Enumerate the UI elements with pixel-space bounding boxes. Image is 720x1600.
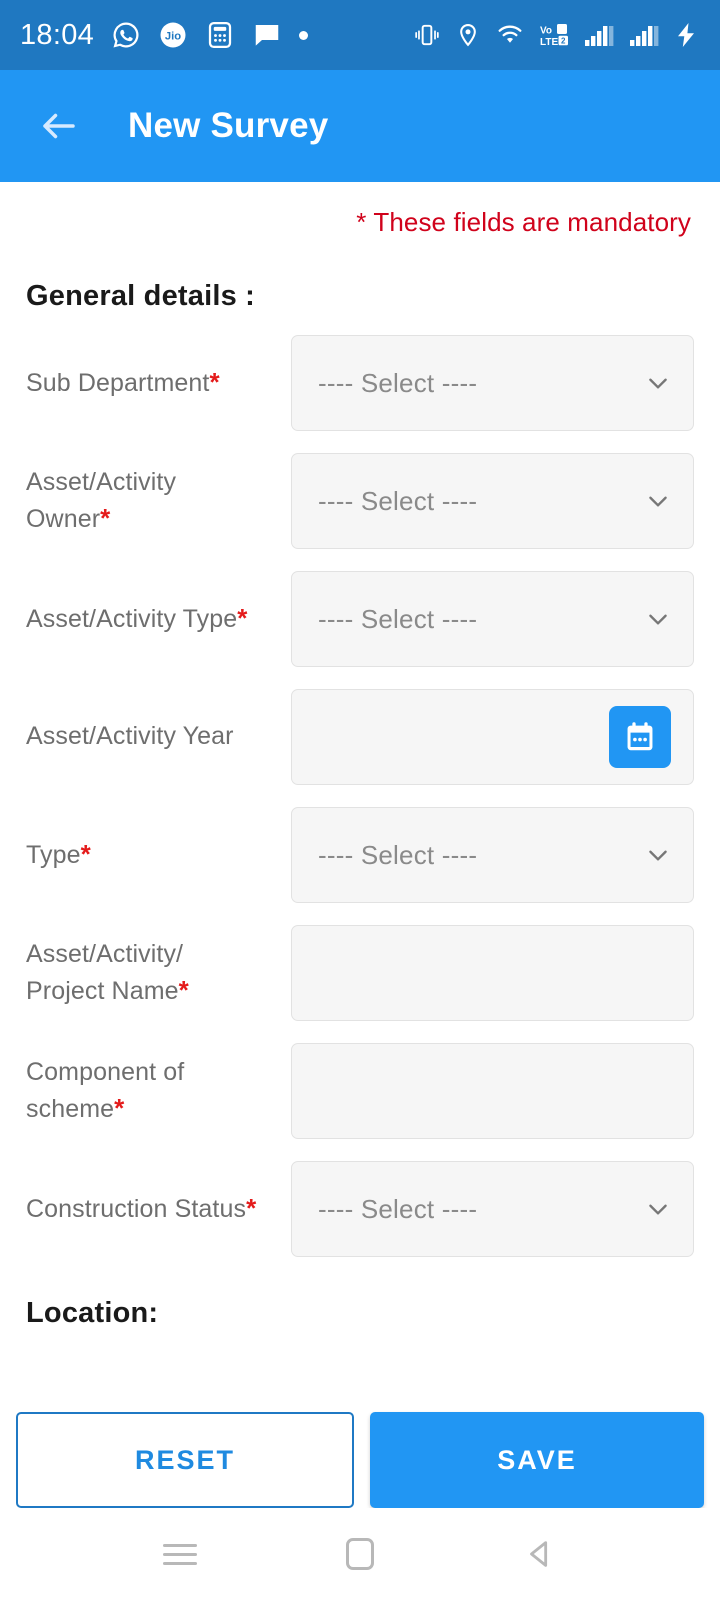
status-bar-left: 18:04 Jio xyxy=(20,18,309,52)
volte-icon: Vo LTE 2 xyxy=(540,24,568,48)
dot-icon xyxy=(299,30,309,40)
select-asset-type[interactable]: ---- Select ---- xyxy=(291,571,694,667)
location-heading: Location: xyxy=(26,1297,159,1329)
select-value: ---- Select ---- xyxy=(318,485,478,516)
select-sub-department[interactable]: ---- Select ---- xyxy=(291,335,694,431)
label-text-line2: Project Name xyxy=(26,977,179,1005)
label-text: Sub Department xyxy=(26,369,210,398)
vibrate-icon xyxy=(415,24,439,46)
label-type: Type* xyxy=(26,836,291,874)
reset-button[interactable]: RESET xyxy=(16,1412,354,1508)
field-row-asset-year: Asset/Activity Year xyxy=(26,689,694,785)
recents-icon xyxy=(163,1538,197,1571)
svg-text:Vo: Vo xyxy=(540,26,552,37)
calendar-icon xyxy=(627,722,653,751)
page-title: New Survey xyxy=(128,106,329,145)
field-row-sub-department: Sub Department* ---- Select ---- xyxy=(26,335,694,431)
input-project-name[interactable] xyxy=(291,925,694,1021)
home-button[interactable] xyxy=(330,1524,390,1584)
select-asset-owner[interactable]: ---- Select ---- xyxy=(291,453,694,549)
jio-icon: Jio xyxy=(160,22,186,48)
app-bar: New Survey xyxy=(0,70,720,182)
field-row-asset-type: Asset/Activity Type* ---- Select ---- xyxy=(26,571,694,667)
location-icon xyxy=(460,24,476,47)
signal-sim2-icon xyxy=(630,26,659,46)
field-row-project-name: Asset/Activity/ Project Name* xyxy=(26,925,694,1021)
required-asterisk: * xyxy=(80,839,91,870)
label-text: Type xyxy=(26,841,81,870)
label-asset-owner: Asset/Activity Owner* xyxy=(26,465,291,538)
select-type[interactable]: ---- Select ---- xyxy=(291,807,694,903)
wifi-icon xyxy=(498,25,522,43)
back-icon xyxy=(530,1541,548,1567)
general-details-heading: General details : xyxy=(26,280,256,312)
label-project-name: Asset/Activity/ Project Name* xyxy=(26,937,291,1010)
status-bar: 18:04 Jio Vo LTE 2 xyxy=(0,0,720,70)
field-row-construction-status: Construction Status* ---- Select ---- xyxy=(26,1161,694,1257)
required-asterisk: * xyxy=(100,503,111,533)
status-time: 18:04 xyxy=(20,18,95,51)
required-asterisk: * xyxy=(178,975,189,1005)
phone-screen: 18:04 Jio Vo LTE 2 New Survey * These fi… xyxy=(0,0,720,1600)
form-content: * These fields are mandatory General det… xyxy=(0,182,720,1600)
label-text: Asset/Activity Type xyxy=(26,605,238,634)
label-text-line1: Asset/Activity/ xyxy=(26,939,184,968)
chevron-down-icon xyxy=(649,378,667,389)
back-button[interactable] xyxy=(36,103,82,149)
label-text-line1: Asset/Activity xyxy=(26,467,177,496)
required-asterisk: * xyxy=(209,367,220,398)
svg-text:LTE: LTE xyxy=(540,37,558,48)
svg-text:2: 2 xyxy=(561,37,566,46)
signal-sim1-icon xyxy=(585,26,614,46)
label-text-line2: scheme xyxy=(26,1095,115,1123)
svg-text:Jio: Jio xyxy=(165,31,181,43)
required-asterisk: * xyxy=(114,1093,125,1123)
label-text: Construction Status xyxy=(26,1195,247,1224)
whatsapp-icon xyxy=(113,22,139,48)
android-nav-bar xyxy=(0,1508,720,1600)
required-asterisk: * xyxy=(246,1193,257,1224)
required-asterisk: * xyxy=(237,603,248,634)
arrow-left-icon xyxy=(43,113,75,139)
chevron-down-icon xyxy=(649,1204,667,1215)
label-text: Asset/Activity Year xyxy=(26,722,234,751)
save-button[interactable]: SAVE xyxy=(370,1412,704,1508)
home-icon xyxy=(346,1538,374,1570)
select-value: ---- Select ---- xyxy=(318,603,478,634)
input-component-of-scheme[interactable] xyxy=(291,1043,694,1139)
label-asset-year: Asset/Activity Year xyxy=(26,719,291,755)
label-asset-type: Asset/Activity Type* xyxy=(26,600,291,638)
label-text-line1: Component of xyxy=(26,1057,185,1086)
select-value: ---- Select ---- xyxy=(318,839,478,870)
calculator-icon xyxy=(208,22,232,48)
status-bar-right: Vo LTE 2 xyxy=(414,21,698,49)
label-sub-department: Sub Department* xyxy=(26,364,291,402)
select-construction-status[interactable]: ---- Select ---- xyxy=(291,1161,694,1257)
back-nav-button[interactable] xyxy=(510,1524,570,1584)
chevron-down-icon xyxy=(649,850,667,861)
label-construction-status: Construction Status* xyxy=(26,1190,291,1228)
chevron-down-icon xyxy=(649,496,667,507)
field-row-type: Type* ---- Select ---- xyxy=(26,807,694,903)
calendar-picker-button[interactable] xyxy=(609,706,671,768)
mandatory-note: * These fields are mandatory xyxy=(356,207,691,237)
date-field-asset-year[interactable] xyxy=(291,689,694,785)
recents-button[interactable] xyxy=(150,1524,210,1584)
label-text-line2: Owner xyxy=(26,505,101,533)
action-button-bar: RESET SAVE xyxy=(0,1412,720,1508)
field-row-component-of-scheme: Component of scheme* xyxy=(26,1043,694,1139)
chevron-down-icon xyxy=(649,614,667,625)
select-value: ---- Select ---- xyxy=(318,1193,478,1224)
message-icon xyxy=(255,25,279,46)
label-component-of-scheme: Component of scheme* xyxy=(26,1055,291,1128)
charging-bolt-icon xyxy=(678,23,694,47)
select-value: ---- Select ---- xyxy=(318,367,478,398)
field-row-asset-owner: Asset/Activity Owner* ---- Select ---- xyxy=(26,453,694,549)
